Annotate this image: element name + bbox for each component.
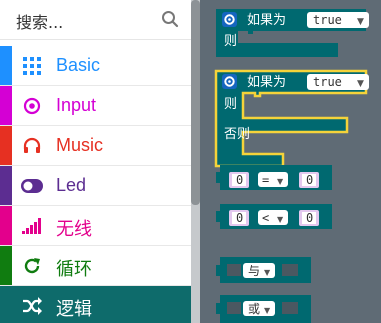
then-label: 则 [224, 34, 237, 49]
right-input-socket[interactable] [282, 302, 298, 314]
category-label: 逻辑 [56, 299, 92, 319]
block-flyout: 如果为 true ▼ 则 如果为 true ▼ 则 否则 0 = ▼ 0 0 <… [200, 0, 381, 323]
gear-icon[interactable] [222, 74, 237, 89]
chevron-down-icon: ▼ [264, 306, 271, 315]
category-label: Basic [56, 55, 101, 75]
chevron-down-icon: ▼ [277, 215, 284, 224]
toggle-icon [21, 176, 43, 196]
operator-dropdown[interactable]: < ▼ [258, 210, 288, 225]
gear-icon[interactable] [222, 12, 237, 27]
signal-icon [21, 216, 43, 236]
toolbox-scrollbar-thumb[interactable] [191, 0, 200, 205]
category-led[interactable]: Led [0, 166, 191, 206]
left-input-socket[interactable] [227, 302, 241, 314]
chevron-down-icon: ▼ [264, 268, 271, 277]
logic-or-block[interactable]: 或 ▼ [216, 295, 311, 323]
category-color-bar [0, 126, 12, 165]
category-label: 循环 [56, 259, 92, 279]
headphones-icon [21, 136, 43, 156]
category-basic[interactable]: Basic [0, 46, 191, 86]
category-music[interactable]: Music [0, 126, 191, 166]
search-icon[interactable] [161, 10, 179, 28]
category-logic[interactable]: 逻辑 [0, 286, 191, 323]
category-color-bar [0, 246, 12, 285]
boolean-dropdown[interactable]: true ▼ [307, 74, 369, 90]
chevron-down-icon: ▼ [277, 177, 284, 186]
if-then-block[interactable]: 如果为 true ▼ 则 [216, 9, 369, 57]
operator-value: = [262, 173, 269, 187]
chevron-down-icon: ▼ [357, 79, 364, 89]
if-then-else-block[interactable]: 如果为 true ▼ 则 否则 [214, 69, 369, 168]
chevron-down-icon: ▼ [357, 17, 364, 27]
if-label: 如果为 [247, 12, 286, 28]
refresh-icon [21, 256, 43, 276]
compare-less-than-block[interactable]: 0 < ▼ 0 [216, 204, 332, 229]
left-number: 0 [236, 173, 243, 187]
search-input[interactable]: 搜索... [16, 9, 63, 33]
category-loops[interactable]: 循环 [0, 246, 191, 286]
left-number: 0 [236, 211, 243, 225]
search-box[interactable]: 搜索... [0, 0, 191, 40]
category-label: 无线 [56, 219, 92, 239]
toolbox: 搜索... Basic Input Music Led 无线 循环 逻辑 [0, 0, 191, 323]
category-radio[interactable]: 无线 [0, 206, 191, 246]
right-input-socket[interactable] [282, 264, 298, 276]
category-input[interactable]: Input [0, 86, 191, 126]
category-color-bar [0, 86, 12, 125]
category-label: Music [56, 135, 104, 155]
category-label: Input [56, 95, 97, 115]
operator-dropdown[interactable]: = ▼ [258, 172, 288, 187]
category-color-bar [0, 46, 12, 85]
category-color-bar [0, 166, 12, 205]
logic-and-block[interactable]: 与 ▼ [216, 257, 311, 283]
operator-value: < [262, 211, 269, 225]
else-label: 否则 [224, 127, 250, 142]
then-label: 则 [224, 97, 237, 112]
boolean-dropdown[interactable]: true ▼ [307, 12, 369, 28]
left-input-socket[interactable] [227, 264, 241, 276]
right-number: 0 [306, 173, 313, 187]
operator-value: 与 [248, 264, 260, 278]
if-label: 如果为 [247, 74, 286, 90]
category-color-bar [0, 206, 12, 245]
operator-dropdown[interactable]: 或 ▼ [243, 301, 275, 316]
dropdown-value: true [313, 75, 342, 89]
operator-dropdown[interactable]: 与 ▼ [243, 263, 275, 278]
grid-icon [21, 56, 43, 76]
compare-equal-block[interactable]: 0 = ▼ 0 [216, 165, 332, 190]
category-label: Led [56, 175, 87, 195]
dropdown-value: true [313, 13, 342, 27]
shuffle-icon [21, 296, 43, 316]
target-icon [21, 96, 43, 116]
operator-value: 或 [248, 302, 260, 316]
right-number: 0 [306, 211, 313, 225]
